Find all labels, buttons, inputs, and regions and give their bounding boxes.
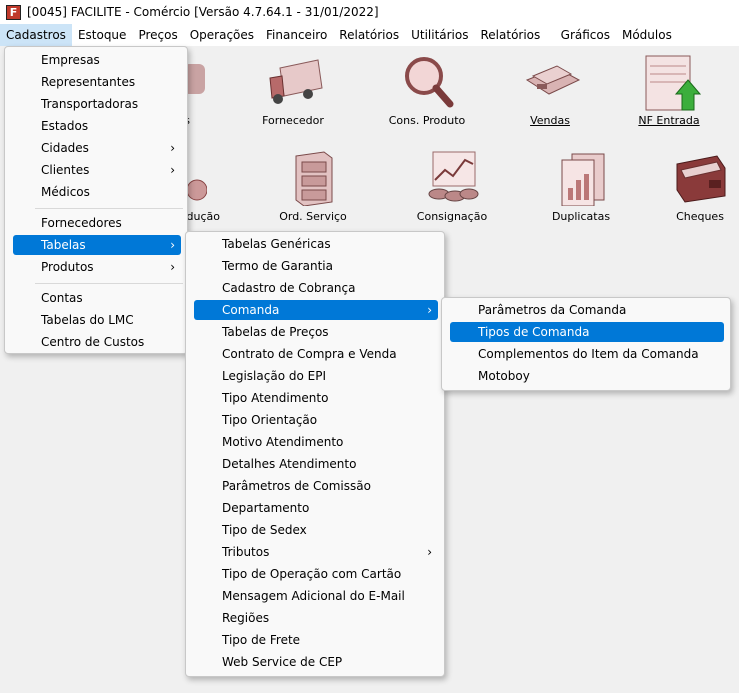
menu-estoque[interactable]: Estoque xyxy=(72,24,133,46)
menu-item-label: Cidades xyxy=(41,141,89,155)
magnifier-icon xyxy=(400,54,454,108)
launcher-fornecedor[interactable]: Fornecedor xyxy=(243,54,343,127)
documents-chart-icon xyxy=(554,150,608,207)
launcher-label: Vendas xyxy=(530,114,570,127)
launcher-cheques[interactable]: Cheques xyxy=(650,150,739,223)
menu-relatorios-fast[interactable]: Relatórios Fast xyxy=(475,24,555,64)
menu-item-regioes[interactable]: Regiões xyxy=(222,608,269,628)
chevron-right-icon: › xyxy=(170,163,175,177)
menu-item-termo-garantia[interactable]: Termo de Garantia xyxy=(222,256,333,276)
menu-item-cadastro-cobranca[interactable]: Cadastro de Cobrança xyxy=(222,278,355,298)
launcher-label: Fornecedor xyxy=(262,114,324,127)
launcher-label: Ord. Serviço xyxy=(279,210,347,223)
menu-item-empresas[interactable]: Empresas xyxy=(41,50,100,70)
launcher-label: Cheques xyxy=(676,210,724,223)
money-icon xyxy=(523,54,581,108)
window-title: [0045] FACILITE - Comércio [Versão 4.7.6… xyxy=(27,5,379,19)
menu-separator xyxy=(35,283,183,284)
wallet-icon xyxy=(673,150,727,204)
menu-item-legislacao-epi[interactable]: Legislação do EPI xyxy=(222,366,326,386)
chevron-right-icon: › xyxy=(170,141,175,155)
menu-item-tipos-comanda[interactable]: Tipos de Comanda xyxy=(450,322,724,342)
menu-graficos[interactable]: Gráficos xyxy=(555,24,616,46)
menu-item-tipo-sedex[interactable]: Tipo de Sedex xyxy=(222,520,307,540)
invoice-arrow-icon xyxy=(642,54,702,111)
menu-modulos-personalizados[interactable]: Módulos Personalizados xyxy=(616,24,739,64)
menu-item-contrato[interactable]: Contrato de Compra e Venda xyxy=(222,344,397,364)
launcher-vendas[interactable]: Vendas xyxy=(500,54,600,127)
menu-bar: Cadastros Estoque Preços Operações Finan… xyxy=(0,24,739,64)
menu-item-produtos[interactable]: Produtos › xyxy=(41,257,181,277)
menu-item-cidades[interactable]: Cidades › xyxy=(41,138,181,158)
chevron-right-icon: › xyxy=(427,303,432,317)
menu-item-tabelas-precos[interactable]: Tabelas de Preços xyxy=(222,322,329,342)
launcher-label: Cons. Produto xyxy=(388,114,466,127)
launcher-label: NF Entrada xyxy=(638,114,700,127)
truck-icon xyxy=(266,54,323,108)
menu-item-estados[interactable]: Estados xyxy=(41,116,88,136)
menu-item-medicos[interactable]: Médicos xyxy=(41,182,90,202)
menu-operacoes[interactable]: Operações xyxy=(184,24,260,46)
menu-cadastros[interactable]: Cadastros xyxy=(0,24,72,46)
menu-utilitarios[interactable]: Utilitários xyxy=(405,24,474,46)
tabelas-submenu: Tabelas Genéricas Termo de Garantia Cada… xyxy=(185,231,445,677)
menu-item-tipo-atendimento[interactable]: Tipo Atendimento xyxy=(222,388,328,408)
launcher-nf-entrada[interactable]: NF Entrada xyxy=(619,54,719,127)
menu-item-tipo-frete[interactable]: Tipo de Frete xyxy=(222,630,300,650)
menu-item-contas[interactable]: Contas xyxy=(41,288,83,308)
menu-item-comanda[interactable]: Comanda › xyxy=(194,300,438,320)
menu-item-label: Tributos xyxy=(222,545,270,559)
menu-item-complementos-item[interactable]: Complementos do Item da Comanda xyxy=(478,344,699,364)
menu-item-mensagem-email[interactable]: Mensagem Adicional do E-Mail xyxy=(222,586,405,606)
menu-item-label: Tipos de Comanda xyxy=(478,325,590,339)
launcher-cons-produto[interactable]: Cons. Produto xyxy=(377,54,477,127)
menu-item-tipo-orientacao[interactable]: Tipo Orientação xyxy=(222,410,317,430)
launcher-consignacao[interactable]: Consignação xyxy=(402,150,502,223)
menu-item-label: Comanda xyxy=(222,303,280,317)
menu-item-tipo-operacao-cartao[interactable]: Tipo de Operação com Cartão xyxy=(222,564,401,584)
menu-item-tabelas[interactable]: Tabelas › xyxy=(13,235,181,255)
menu-item-label: Clientes xyxy=(41,163,90,177)
menu-item-fornecedores[interactable]: Fornecedores xyxy=(41,213,122,233)
menu-item-tabelas-lmc[interactable]: Tabelas do LMC xyxy=(41,310,134,330)
chevron-right-icon: › xyxy=(170,260,175,274)
file-cabinet-icon xyxy=(286,150,340,207)
launcher-label: Consignação xyxy=(416,210,488,223)
menu-item-transportadoras[interactable]: Transportadoras xyxy=(41,94,138,114)
menu-separator xyxy=(35,208,183,209)
menu-item-motoboy[interactable]: Motoboy xyxy=(478,366,530,386)
cadastros-menu: Empresas Representantes Transportadoras … xyxy=(4,46,188,354)
menu-relatorios[interactable]: Relatórios xyxy=(333,24,405,46)
menu-item-tributos[interactable]: Tributos › xyxy=(222,542,438,562)
menu-item-label: Tabelas xyxy=(41,238,86,252)
menu-financeiro[interactable]: Financeiro xyxy=(260,24,333,46)
menu-item-tabelas-genericas[interactable]: Tabelas Genéricas xyxy=(222,234,331,254)
launcher-duplicatas[interactable]: Duplicatas xyxy=(531,150,631,223)
menu-item-detalhes-atendimento[interactable]: Detalhes Atendimento xyxy=(222,454,356,474)
menu-item-web-service-cep[interactable]: Web Service de CEP xyxy=(222,652,342,672)
chart-coins-icon xyxy=(425,150,479,204)
menu-precos[interactable]: Preços xyxy=(132,24,183,46)
chevron-right-icon: › xyxy=(170,238,175,252)
menu-item-clientes[interactable]: Clientes › xyxy=(41,160,181,180)
launcher-label: Duplicatas xyxy=(551,210,611,223)
menu-item-representantes[interactable]: Representantes xyxy=(41,72,135,92)
app-logo-icon: F xyxy=(6,4,21,20)
title-bar: F [0045] FACILITE - Comércio [Versão 4.7… xyxy=(0,0,739,24)
menu-item-parametros-comanda[interactable]: Parâmetros da Comanda xyxy=(478,300,626,320)
comanda-submenu: Parâmetros da Comanda Tipos de Comanda C… xyxy=(441,297,731,391)
menu-item-label: Produtos xyxy=(41,260,94,274)
launcher-ord-servico[interactable]: Ord. Serviço xyxy=(263,150,363,223)
menu-item-parametros-comissao[interactable]: Parâmetros de Comissão xyxy=(222,476,371,496)
menu-item-centro-custos[interactable]: Centro de Custos xyxy=(41,332,144,352)
menu-item-motivo-atendimento[interactable]: Motivo Atendimento xyxy=(222,432,343,452)
menu-item-departamento[interactable]: Departamento xyxy=(222,498,309,518)
chevron-right-icon: › xyxy=(427,545,432,559)
